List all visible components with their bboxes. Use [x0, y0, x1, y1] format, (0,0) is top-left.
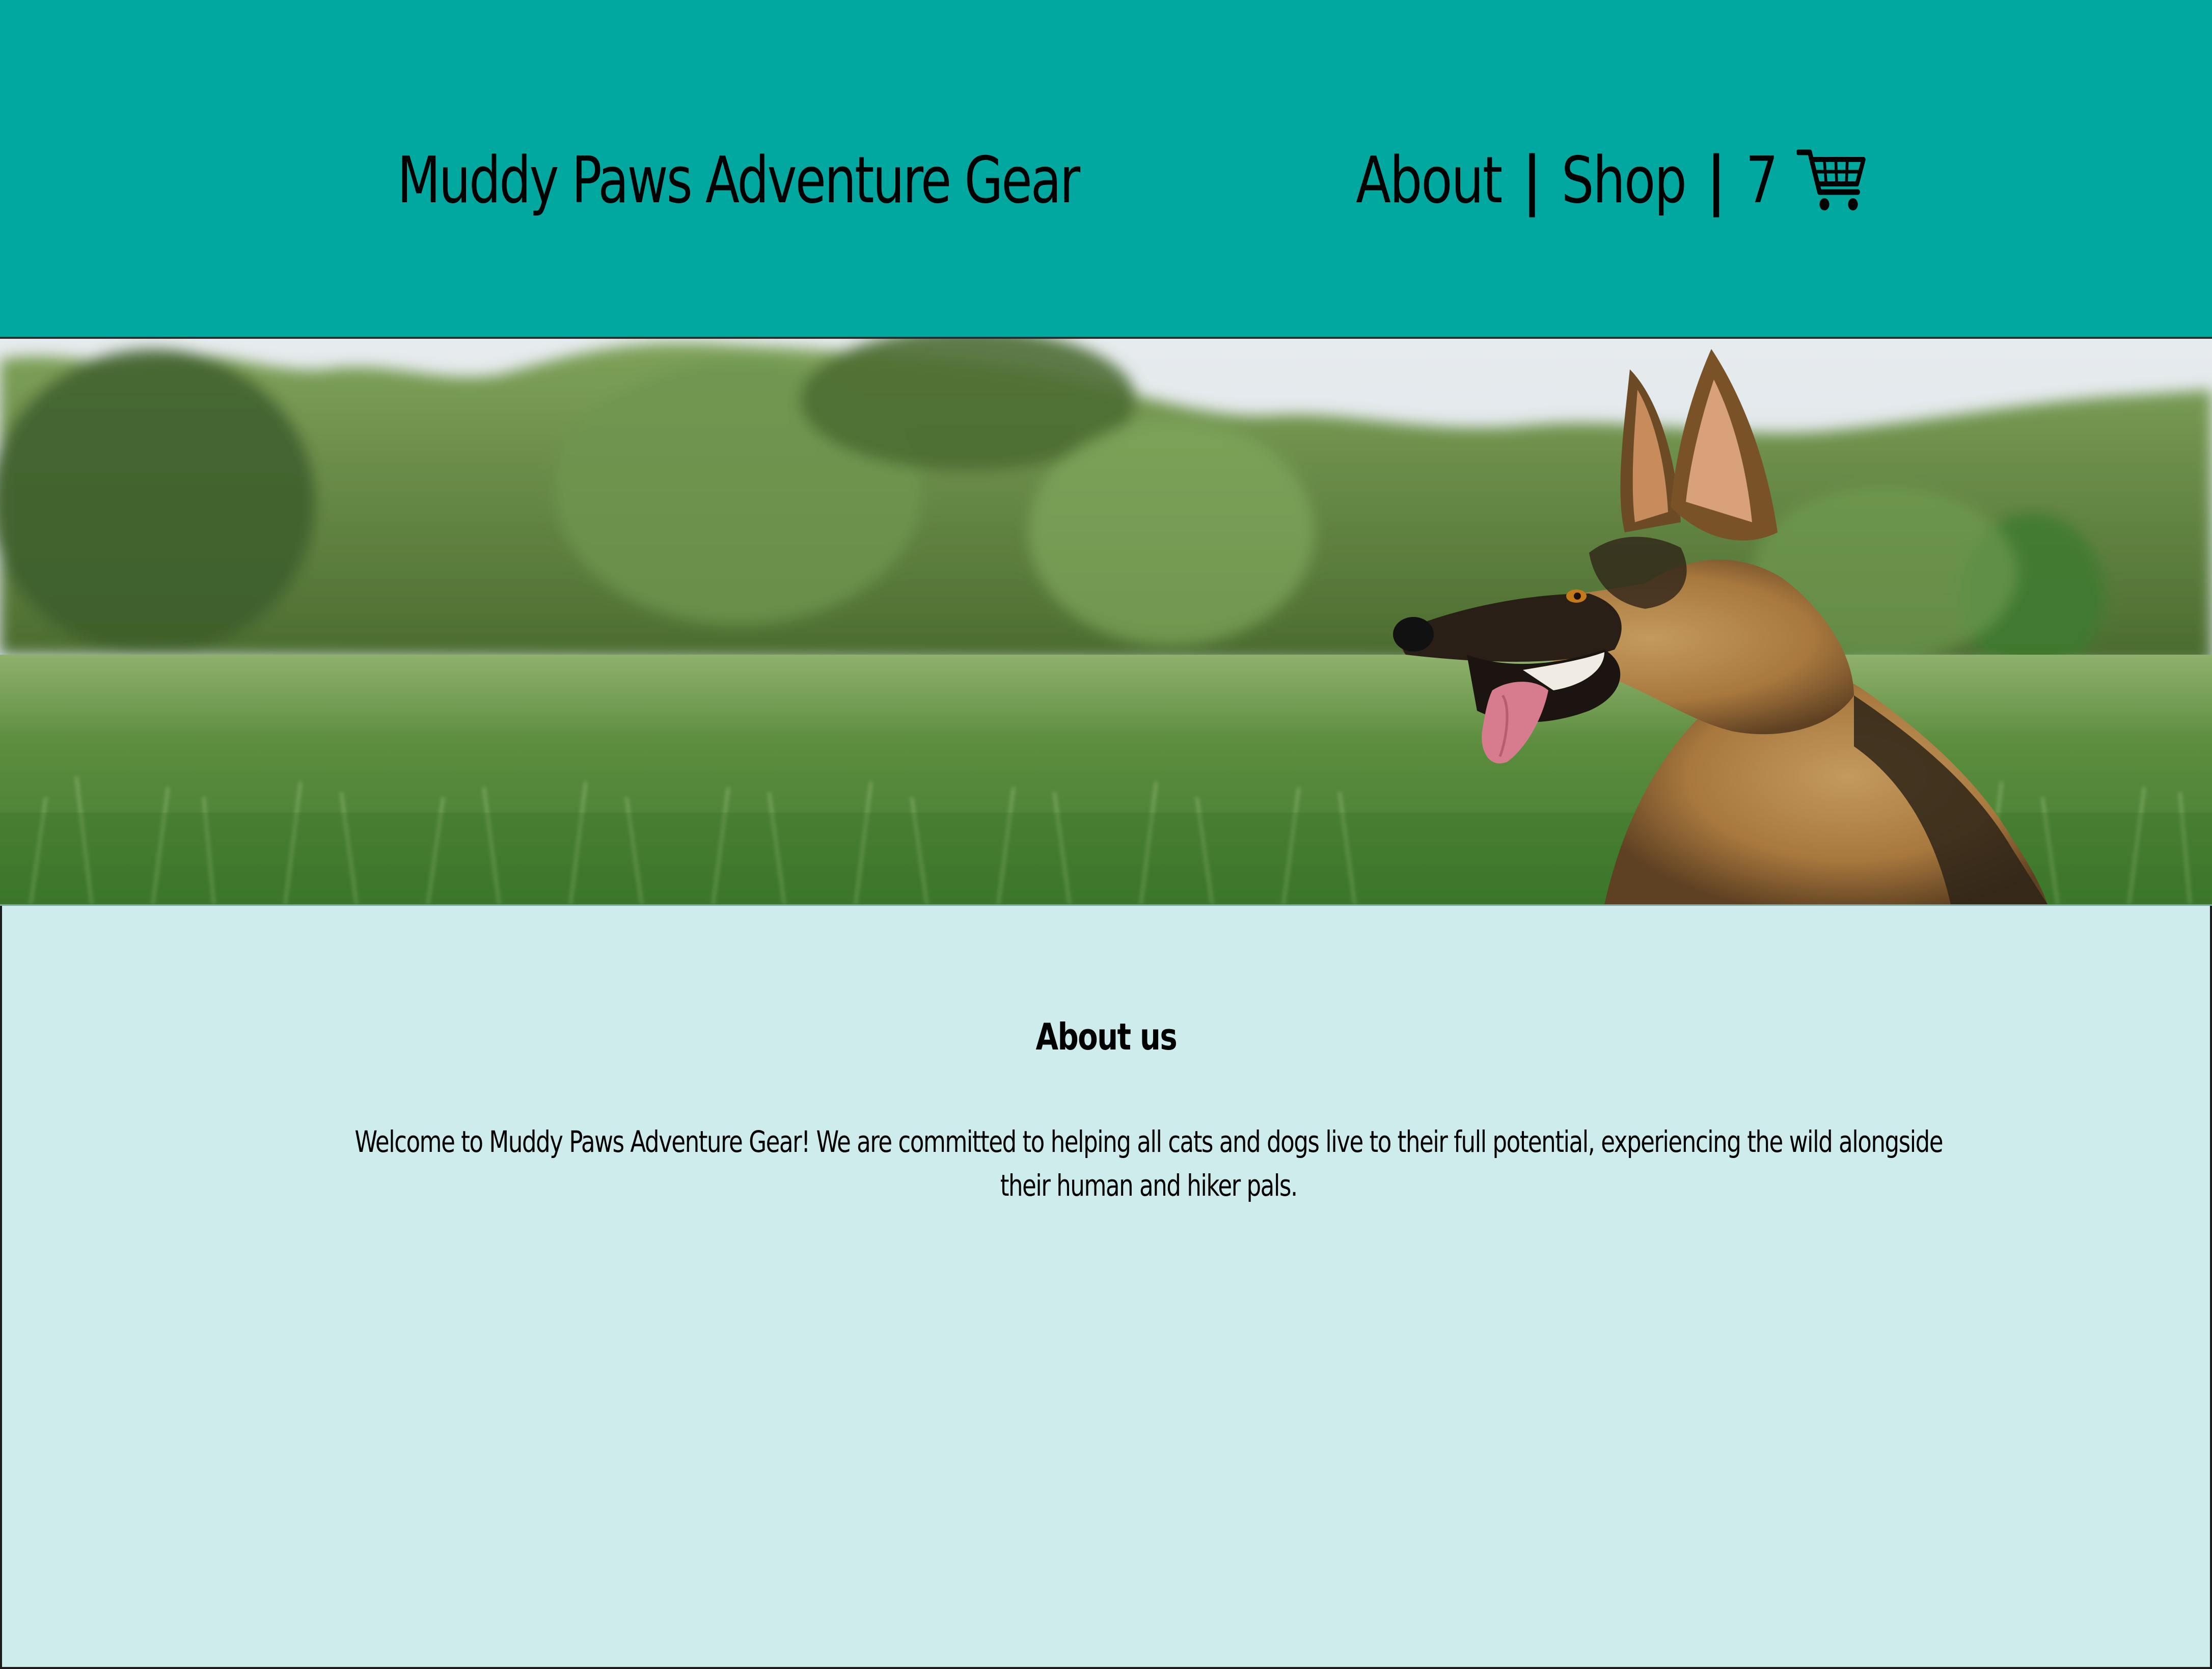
about-section: About us Welcome to Muddy Paws Adventure…: [0, 904, 2212, 1669]
nav-shop-link[interactable]: Shop: [1562, 143, 1687, 218]
about-paragraph-text: Welcome to Muddy Paws Adventure Gear! We…: [354, 1124, 1943, 1203]
hero-image: [0, 339, 2212, 904]
shopping-cart-icon[interactable]: [1796, 147, 1866, 213]
nav-separator: |: [1707, 143, 1726, 218]
site-header: Muddy Paws Adventure Gear About | Shop |…: [0, 0, 2212, 339]
site-brand[interactable]: Muddy Paws Adventure Gear: [397, 143, 1080, 218]
main-nav: About | Shop | 7: [1356, 143, 1866, 218]
about-paragraph: Welcome to Muddy Paws Adventure Gear! We…: [326, 1120, 1971, 1207]
cart-count[interactable]: 7: [1745, 143, 1778, 218]
nav-separator: |: [1522, 143, 1542, 218]
about-heading-text: About us: [1035, 1015, 1177, 1058]
nav-about-link[interactable]: About: [1356, 143, 1503, 218]
about-heading: About us: [0, 1015, 2212, 1058]
